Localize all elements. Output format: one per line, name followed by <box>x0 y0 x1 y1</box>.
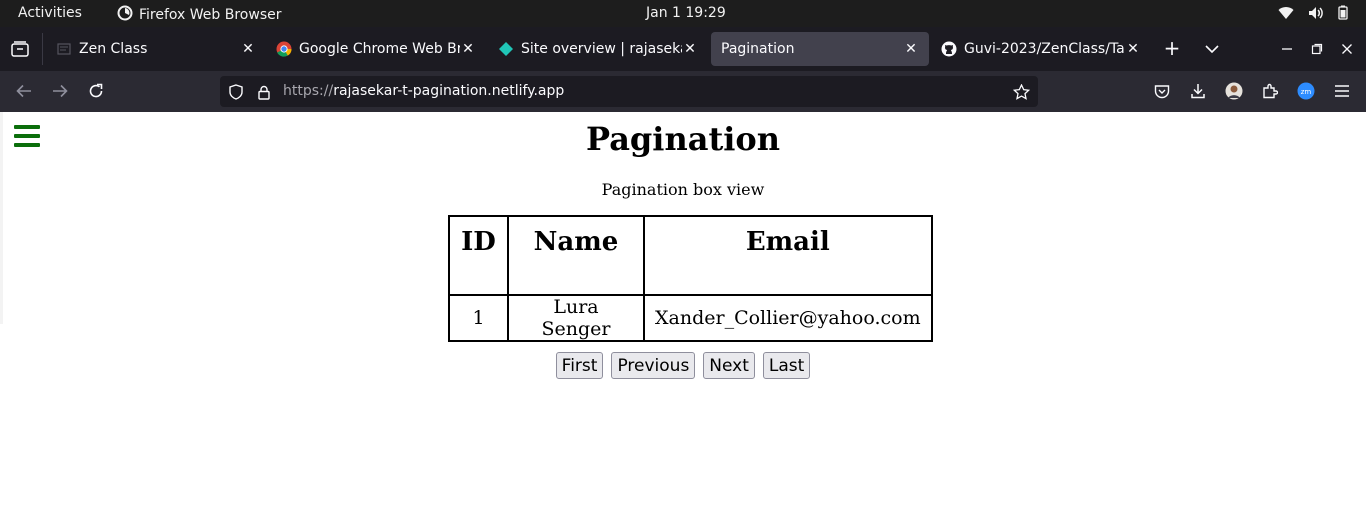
app-name: Firefox Web Browser <box>139 7 282 23</box>
forward-arrow-icon[interactable] <box>50 81 70 101</box>
restore-icon[interactable] <box>1307 39 1327 59</box>
svg-text:zm: zm <box>1301 88 1312 96</box>
page-title: Pagination <box>585 120 780 158</box>
downloads-icon[interactable] <box>1188 81 1208 101</box>
table-header-row: ID Name Email <box>448 215 933 296</box>
account-avatar-icon[interactable] <box>1224 81 1244 101</box>
tab-title: Site overview | rajasekar <box>521 41 682 57</box>
tab-title: Zen Class <box>79 41 148 57</box>
column-header-id: ID <box>448 215 509 296</box>
tab-pagination[interactable]: Pagination ✕ <box>711 32 929 66</box>
page-content: Pagination Pagination box view ID Name E… <box>0 112 1366 514</box>
page-subtitle: Pagination box view <box>601 180 765 199</box>
table-row: 1 Lura Senger Xander_Collier@yahoo.com <box>448 294 933 342</box>
pocket-icon[interactable] <box>1152 81 1172 101</box>
firefox-view-icon[interactable] <box>10 39 30 59</box>
chevron-down-icon[interactable] <box>1202 39 1222 59</box>
previous-page-button[interactable]: Previous <box>611 352 696 379</box>
clock[interactable]: Jan 1 19:29 <box>646 5 726 21</box>
column-header-email: Email <box>643 215 933 296</box>
url-scheme: https:// <box>283 83 334 99</box>
tab-title: Pagination <box>721 41 795 57</box>
close-window-icon[interactable] <box>1337 39 1357 59</box>
system-tray[interactable] <box>1278 5 1348 20</box>
hamburger-menu-icon[interactable] <box>1332 81 1352 101</box>
url-host: rajasekar-t-pagination.netlify.app <box>333 83 565 99</box>
lock-icon[interactable] <box>255 83 273 101</box>
new-tab-plus-icon[interactable]: + <box>1162 38 1182 58</box>
bookmark-star-icon[interactable] <box>1012 83 1030 101</box>
minimize-icon[interactable] <box>1277 39 1297 59</box>
system-top-bar: Activities Firefox Web Browser Jan 1 19:… <box>0 0 1366 27</box>
next-page-button[interactable]: Next <box>703 352 755 379</box>
netlify-icon <box>498 41 514 57</box>
data-table: ID Name Email 1 Lura Senger Xander_Colli… <box>448 215 933 342</box>
battery-icon <box>1338 5 1348 20</box>
shield-icon[interactable] <box>227 83 245 101</box>
url-text[interactable]: https://rajasekar-t-pagination.netlify.a… <box>283 83 564 99</box>
reload-icon[interactable] <box>86 81 106 101</box>
tab-strip: Zen Class ✕ Google Chrome Web Bro ✕ Site… <box>0 27 1366 71</box>
activities-button[interactable]: Activities <box>18 5 82 21</box>
tab-title: Guvi-2023/ZenClass/Task <box>964 41 1125 57</box>
close-icon[interactable]: ✕ <box>1125 41 1141 57</box>
github-icon <box>941 41 957 57</box>
cell-email: Xander_Collier@yahoo.com <box>643 294 933 342</box>
close-icon[interactable]: ✕ <box>240 41 256 57</box>
pagination-controls: First Previous Next Last <box>0 352 1366 379</box>
volume-icon <box>1308 6 1324 20</box>
zen-class-icon <box>56 41 72 57</box>
tab-github[interactable]: Guvi-2023/ZenClass/Task ✕ <box>931 32 1151 66</box>
tab-zen-class[interactable]: Zen Class ✕ <box>46 32 266 66</box>
tab-site-overview[interactable]: Site overview | rajasekar ✕ <box>488 32 708 66</box>
address-bar[interactable]: https://rajasekar-t-pagination.netlify.a… <box>220 76 1038 107</box>
zoom-extension-icon[interactable]: zm <box>1296 81 1316 101</box>
back-arrow-icon[interactable] <box>14 81 34 101</box>
tab-divider <box>42 33 43 65</box>
extensions-puzzle-icon[interactable] <box>1260 81 1280 101</box>
firefox-icon <box>117 5 133 25</box>
column-header-name: Name <box>507 215 645 296</box>
close-icon[interactable]: ✕ <box>460 41 476 57</box>
last-page-button[interactable]: Last <box>762 352 811 379</box>
cell-name: Lura Senger <box>507 294 645 342</box>
close-icon[interactable]: ✕ <box>682 41 698 57</box>
tab-title: Google Chrome Web Bro <box>299 41 460 57</box>
first-page-button[interactable]: First <box>555 352 604 379</box>
nav-toolbar: https://rajasekar-t-pagination.netlify.a… <box>0 71 1366 112</box>
chrome-icon <box>276 41 292 57</box>
wifi-icon <box>1278 6 1294 20</box>
tab-google-chrome[interactable]: Google Chrome Web Bro ✕ <box>266 32 486 66</box>
app-menu[interactable]: Firefox Web Browser <box>117 5 282 25</box>
cell-id: 1 <box>448 294 509 342</box>
close-icon[interactable]: ✕ <box>903 41 919 57</box>
